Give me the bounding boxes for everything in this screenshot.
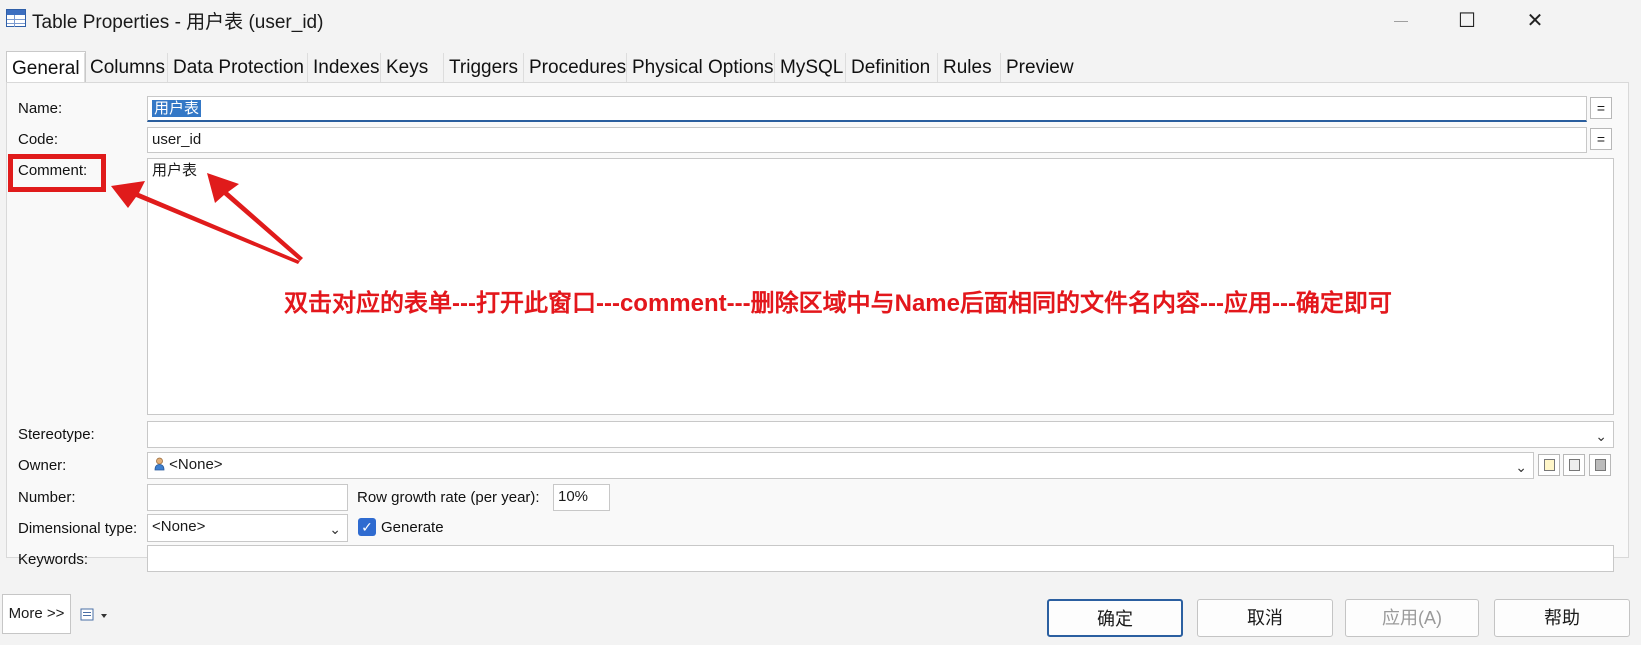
cancel-button[interactable]: 取消 xyxy=(1197,599,1333,637)
annotation-instruction: 双击对应的表单---打开此窗口---comment---删除区域中与Name后面… xyxy=(284,290,1392,317)
arrow-to-comment-label xyxy=(111,181,300,264)
print-menu-button[interactable] xyxy=(80,607,114,623)
arrow-to-comment-text xyxy=(207,173,303,261)
annotation-arrows xyxy=(111,173,303,264)
more-button[interactable]: More >> xyxy=(2,594,71,634)
help-button[interactable]: 帮助 xyxy=(1494,599,1630,637)
print-icon xyxy=(80,608,107,621)
apply-button[interactable]: 应用(A) xyxy=(1345,599,1479,637)
ok-button[interactable]: 确定 xyxy=(1047,599,1183,637)
